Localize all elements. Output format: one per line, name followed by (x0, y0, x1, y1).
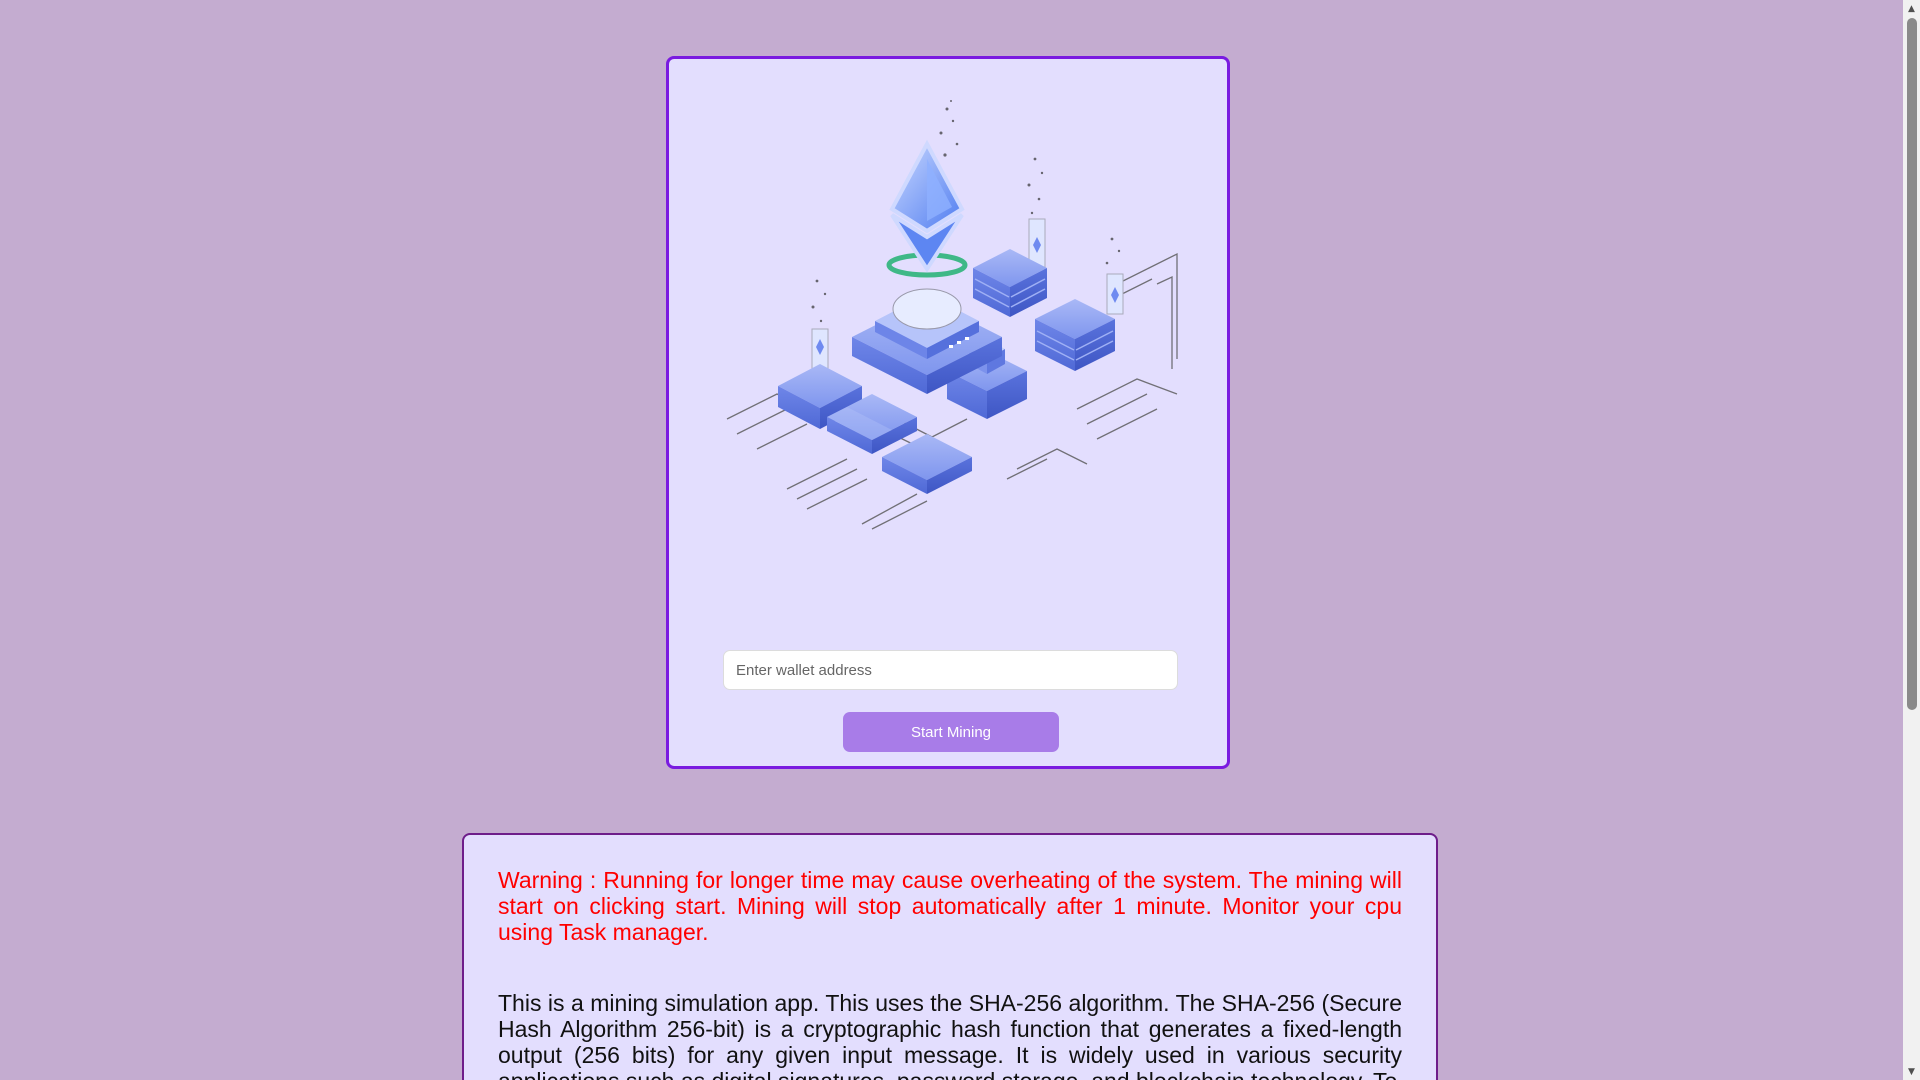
triangle-down-icon[interactable]: ▼ (1903, 1063, 1920, 1080)
ethereum-mining-illustration (726, 100, 1178, 530)
vertical-scrollbar[interactable]: ▲ ▼ (1903, 0, 1920, 1080)
warning-text: Warning : Running for longer time may ca… (498, 867, 1402, 945)
wallet-address-input[interactable] (723, 650, 1178, 690)
triangle-up-icon[interactable]: ▲ (1903, 0, 1920, 17)
page: Start Mining Warning : Running for longe… (0, 0, 1920, 1080)
mining-card: Start Mining (666, 56, 1230, 769)
scrollbar-thumb[interactable] (1907, 18, 1917, 710)
description-text: This is a mining simulation app. This us… (498, 990, 1402, 1080)
start-mining-button[interactable]: Start Mining (843, 712, 1059, 752)
info-card: Warning : Running for longer time may ca… (462, 833, 1438, 1080)
